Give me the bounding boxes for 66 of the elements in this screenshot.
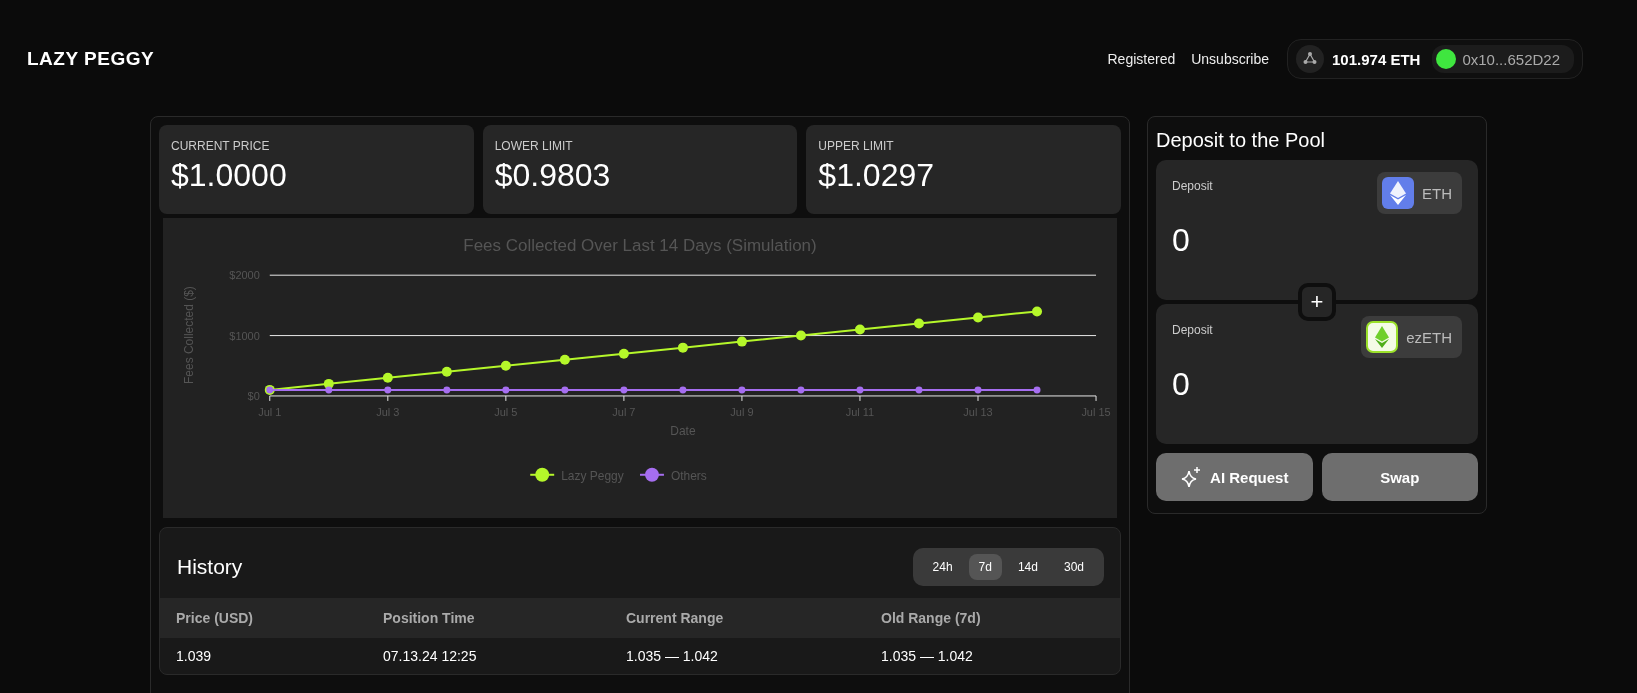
point	[854, 324, 865, 335]
table-cell-text: 1.035 — 1.042	[881, 648, 974, 664]
legend-marker-icon	[529, 467, 556, 482]
point	[325, 386, 333, 394]
nav-link[interactable]: Unsubscribe	[1191, 51, 1270, 67]
stat-label: LOWER LIMIT	[494, 139, 574, 153]
point	[736, 336, 747, 347]
range-tab[interactable]: 7d	[968, 554, 1002, 580]
status-dot-icon	[1436, 49, 1457, 69]
add-button[interactable]: +	[1298, 283, 1336, 321]
token-selector[interactable]: ezETH	[1361, 316, 1462, 358]
point	[1032, 306, 1043, 317]
point	[618, 348, 629, 359]
column-header: Old Range (7d)	[881, 610, 982, 626]
table-cell-text: 1.035 — 1.042	[626, 648, 719, 664]
table-cell-text: 07.13.24 12:25	[383, 648, 478, 664]
sparkle-icon	[1180, 466, 1203, 488]
logo[interactable]: LAZY PEGGY	[27, 48, 155, 70]
network-icon[interactable]	[1296, 45, 1325, 73]
ethereum-icon	[1382, 177, 1414, 209]
column-header: Current Range	[626, 610, 725, 626]
point	[795, 330, 806, 341]
point	[441, 366, 452, 377]
column-header: Price (USD)	[176, 610, 255, 626]
token-selector[interactable]: ETH	[1377, 172, 1462, 214]
point	[679, 386, 687, 394]
stat-value: $1.0000	[171, 157, 288, 194]
table-cell-text: 1.039	[176, 648, 213, 664]
range-tab[interactable]: 30d	[1053, 554, 1094, 580]
ai-request-button[interactable]: AI Request	[1156, 453, 1313, 501]
point	[797, 386, 805, 394]
point	[914, 318, 924, 329]
legend-marker-icon	[639, 467, 665, 482]
range-tab[interactable]: 14d	[1007, 554, 1048, 580]
account-button[interactable]: 0x10...652D22	[1432, 45, 1574, 73]
point	[974, 386, 982, 394]
point	[502, 386, 510, 394]
balance: 101.974 ETH	[1332, 50, 1421, 68]
point	[677, 342, 688, 353]
point	[620, 386, 628, 394]
deposit-title: Deposit to the Pool	[1156, 129, 1326, 152]
amount-value: 0	[1172, 366, 1191, 403]
point	[738, 386, 746, 394]
point	[915, 386, 923, 394]
point	[1033, 386, 1041, 394]
history-title: History	[177, 555, 243, 579]
point	[382, 372, 393, 383]
ethereum-icon	[1366, 321, 1399, 353]
field-label: Deposit	[1172, 323, 1213, 337]
point	[500, 360, 511, 371]
stat-label: UPPER LIMIT	[818, 139, 895, 153]
column-header: Position Time	[383, 610, 476, 626]
field-label: Deposit	[1172, 179, 1213, 193]
stat-value: $1.0297	[818, 157, 935, 194]
range-tab[interactable]: 24h	[922, 554, 963, 580]
point	[856, 386, 864, 394]
point	[384, 386, 392, 394]
point	[559, 354, 570, 365]
stat-label: CURRENT PRICE	[171, 139, 271, 153]
swap-button[interactable]: Swap	[1321, 453, 1478, 501]
nav-link[interactable]: Registered	[1107, 51, 1176, 67]
point	[443, 386, 451, 394]
point	[973, 312, 983, 323]
point	[561, 386, 569, 394]
stat-value: $0.9803	[494, 157, 612, 194]
amount-value: 0	[1172, 222, 1191, 259]
